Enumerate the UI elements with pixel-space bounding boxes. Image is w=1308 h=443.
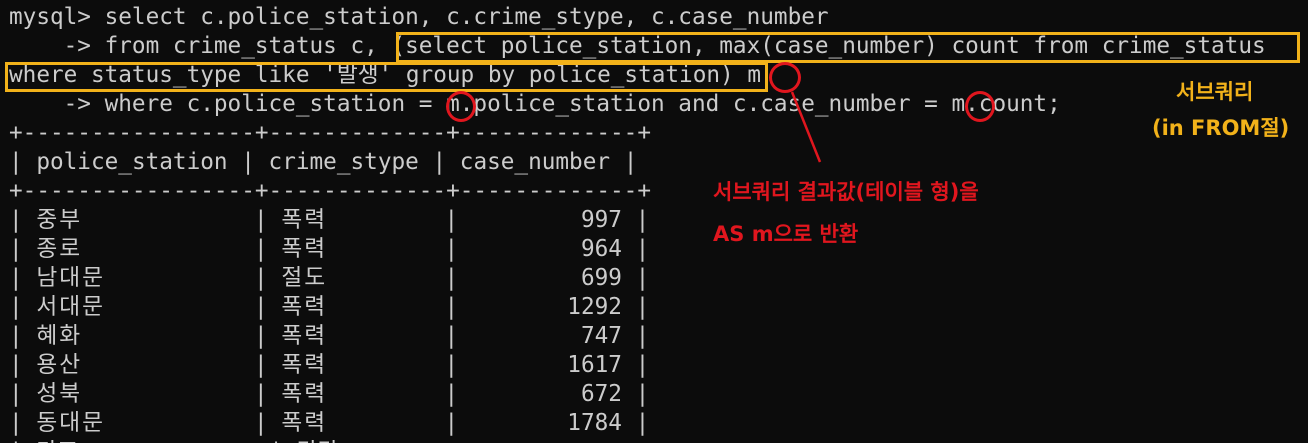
subquery-location-label: (in FROM절) [1152,116,1290,140]
subquery-label: 서브쿼리 [1176,80,1254,104]
result-annotation-line1: 서브쿼리 결과값(테이블 형)을 [713,180,979,204]
annotation-arrow [790,91,822,163]
result-annotation-line2: AS m으로 반환 [713,222,859,246]
